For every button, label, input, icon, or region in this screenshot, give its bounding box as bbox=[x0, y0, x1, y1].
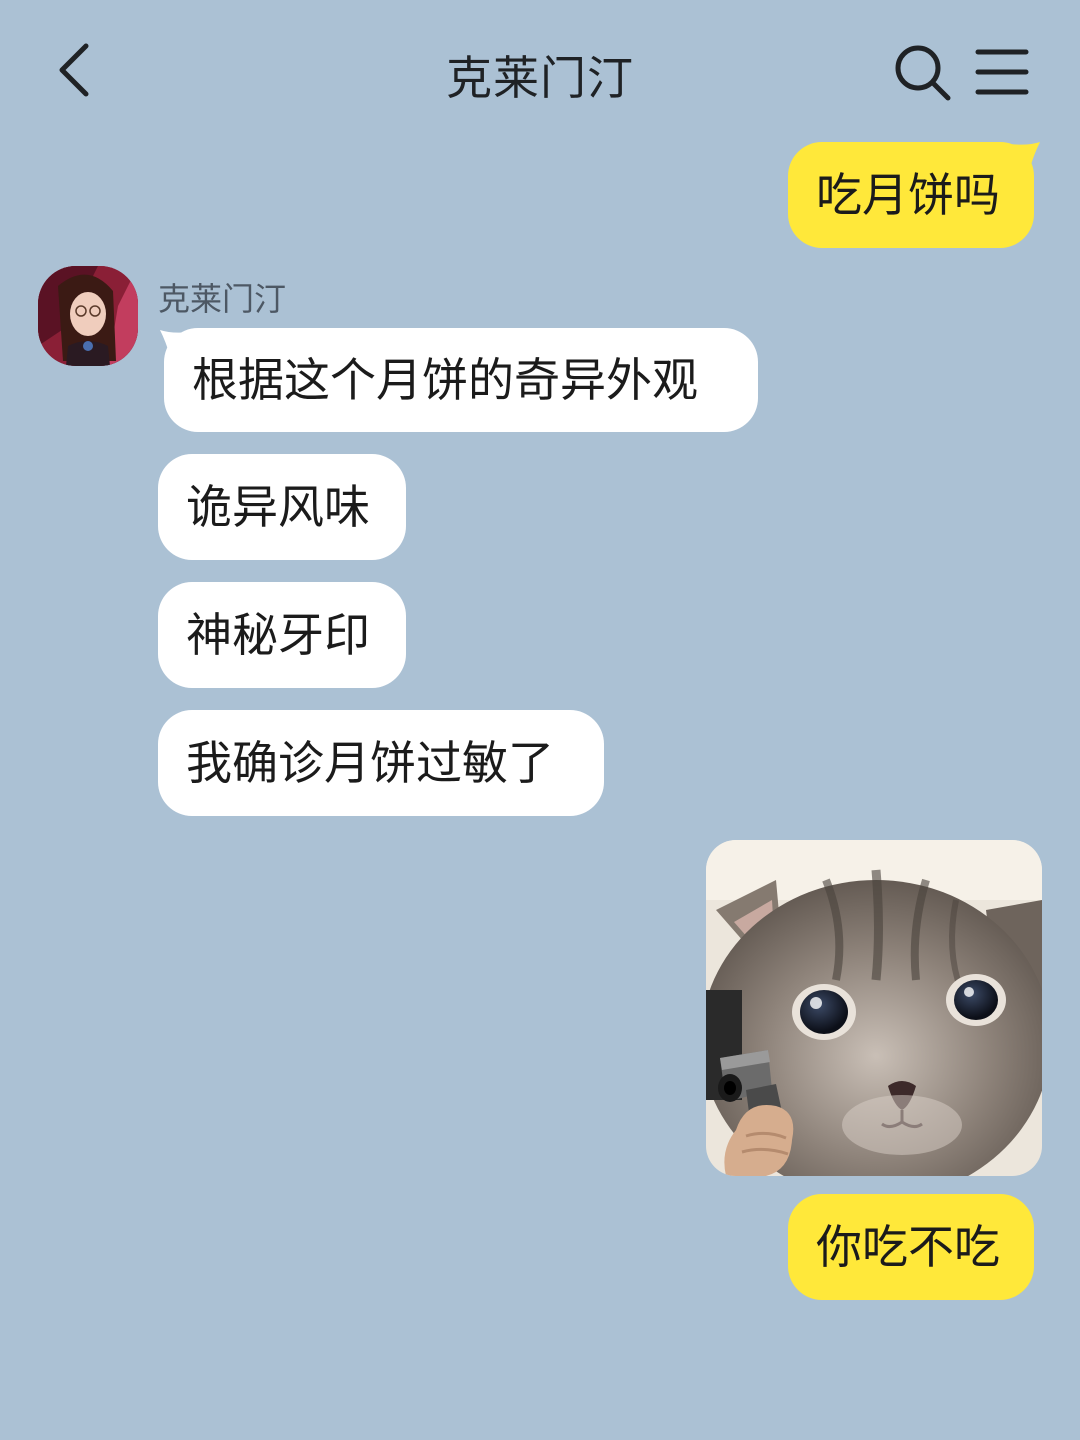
message-text: 我确诊月饼过敏了 bbox=[186, 736, 554, 790]
bubble-tail bbox=[1010, 142, 1040, 168]
search-button[interactable] bbox=[890, 40, 954, 104]
message-text: 根据这个月饼的奇异外观 bbox=[192, 353, 698, 407]
avatar-image bbox=[38, 266, 138, 366]
message-bubble-received[interactable]: 我确诊月饼过敏了 bbox=[158, 710, 604, 816]
message-text: 诡异风味 bbox=[186, 480, 370, 534]
contact-avatar[interactable] bbox=[38, 266, 138, 366]
kitten-gun-sticker bbox=[706, 840, 1042, 1176]
sticker-image[interactable] bbox=[706, 840, 1042, 1176]
chat-header: 克莱门汀 bbox=[0, 0, 1080, 140]
message-text: 你吃不吃 bbox=[816, 1220, 1000, 1274]
message-bubble-sent[interactable]: 吃月饼吗 bbox=[788, 142, 1034, 248]
menu-button[interactable] bbox=[972, 44, 1032, 100]
message-bubble-received[interactable]: 诡异风味 bbox=[158, 454, 406, 560]
message-bubble-sent[interactable]: 你吃不吃 bbox=[788, 1194, 1034, 1300]
search-icon bbox=[895, 45, 951, 101]
message-bubble-received[interactable]: 神秘牙印 bbox=[158, 582, 406, 688]
hamburger-menu-icon bbox=[975, 49, 1029, 95]
message-text: 神秘牙印 bbox=[186, 608, 370, 662]
sender-name: 克莱门汀 bbox=[158, 280, 287, 318]
message-bubble-received[interactable]: 根据这个月饼的奇异外观 bbox=[164, 328, 758, 432]
message-text: 吃月饼吗 bbox=[816, 168, 1000, 222]
